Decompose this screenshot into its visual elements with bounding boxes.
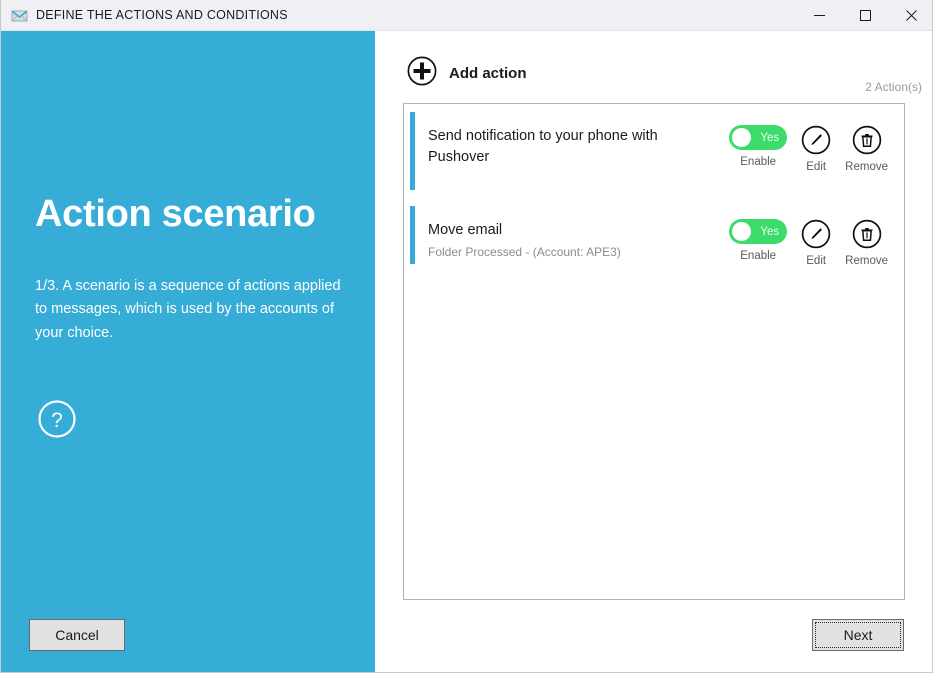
action-text: Move email Folder Processed - (Account: … xyxy=(428,220,688,259)
trash-circle-icon xyxy=(852,219,882,249)
action-subtitle: Folder Processed - (Account: APE3) xyxy=(428,244,621,259)
actions-list: Send notification to your phone with Pus… xyxy=(403,103,905,600)
remove-button[interactable]: Remove xyxy=(845,219,888,267)
card-accent-bar xyxy=(410,206,415,264)
window-title: DEFINE THE ACTIONS AND CONDITIONS xyxy=(36,8,288,22)
edit-label: Edit xyxy=(806,255,827,267)
action-title: Send notification to your phone with Pus… xyxy=(428,128,658,165)
toggle-knob xyxy=(732,222,752,241)
action-title: Move email xyxy=(428,222,503,238)
dialog-window: DEFINE THE ACTIONS AND CONDITIONS Action… xyxy=(0,0,933,673)
enable-toggle[interactable]: Yes xyxy=(729,125,788,150)
page-description: 1/3. A scenario is a sequence of actions… xyxy=(35,278,341,341)
add-action-button[interactable]: Add action xyxy=(407,56,527,91)
toggle-knob xyxy=(732,128,752,147)
next-button[interactable]: Next xyxy=(812,619,904,651)
action-card[interactable]: Send notification to your phone with Pus… xyxy=(404,104,904,198)
enable-label: Enable xyxy=(740,250,777,262)
close-icon[interactable] xyxy=(888,0,932,31)
edit-label: Edit xyxy=(806,161,827,173)
cancel-button[interactable]: Cancel xyxy=(29,619,125,651)
toggle-value: Yes xyxy=(760,131,780,144)
question-mark-circle-icon[interactable]: ? xyxy=(37,399,77,439)
edit-button[interactable]: Edit xyxy=(801,219,831,267)
plus-circle-icon xyxy=(407,56,437,91)
remove-label: Remove xyxy=(845,161,888,173)
title-bar: DEFINE THE ACTIONS AND CONDITIONS xyxy=(1,0,932,31)
action-text: Send notification to your phone with Pus… xyxy=(428,126,688,167)
enable-toggle-group[interactable]: Yes Enable xyxy=(729,125,788,168)
remove-label: Remove xyxy=(845,255,888,267)
mail-envelope-icon xyxy=(10,6,28,24)
pencil-circle-icon xyxy=(801,219,831,249)
page-title: Action scenario xyxy=(35,193,316,235)
toggle-value: Yes xyxy=(760,225,780,238)
action-controls: Yes Enable Edit Remove xyxy=(729,125,888,173)
edit-button[interactable]: Edit xyxy=(801,125,831,173)
window-controls xyxy=(796,0,932,31)
action-controls: Yes Enable Edit Remove xyxy=(729,219,888,267)
add-action-label: Add action xyxy=(449,65,527,82)
trash-circle-icon xyxy=(852,125,882,155)
content-panel: Add action 2 Action(s) Send notification… xyxy=(375,31,932,672)
minimize-icon[interactable] xyxy=(796,0,842,31)
enable-toggle-group[interactable]: Yes Enable xyxy=(729,219,788,262)
action-card[interactable]: Move email Folder Processed - (Account: … xyxy=(404,198,904,272)
pencil-circle-icon xyxy=(801,125,831,155)
enable-toggle[interactable]: Yes xyxy=(729,219,788,244)
remove-button[interactable]: Remove xyxy=(845,125,888,173)
maximize-icon[interactable] xyxy=(842,0,888,31)
svg-text:?: ? xyxy=(51,409,63,432)
action-count-label: 2 Action(s) xyxy=(865,80,922,94)
enable-label: Enable xyxy=(740,156,777,168)
next-label: Next xyxy=(815,622,901,648)
card-accent-bar xyxy=(410,112,415,190)
intro-panel: Action scenario 1/3. A scenario is a seq… xyxy=(1,31,375,672)
